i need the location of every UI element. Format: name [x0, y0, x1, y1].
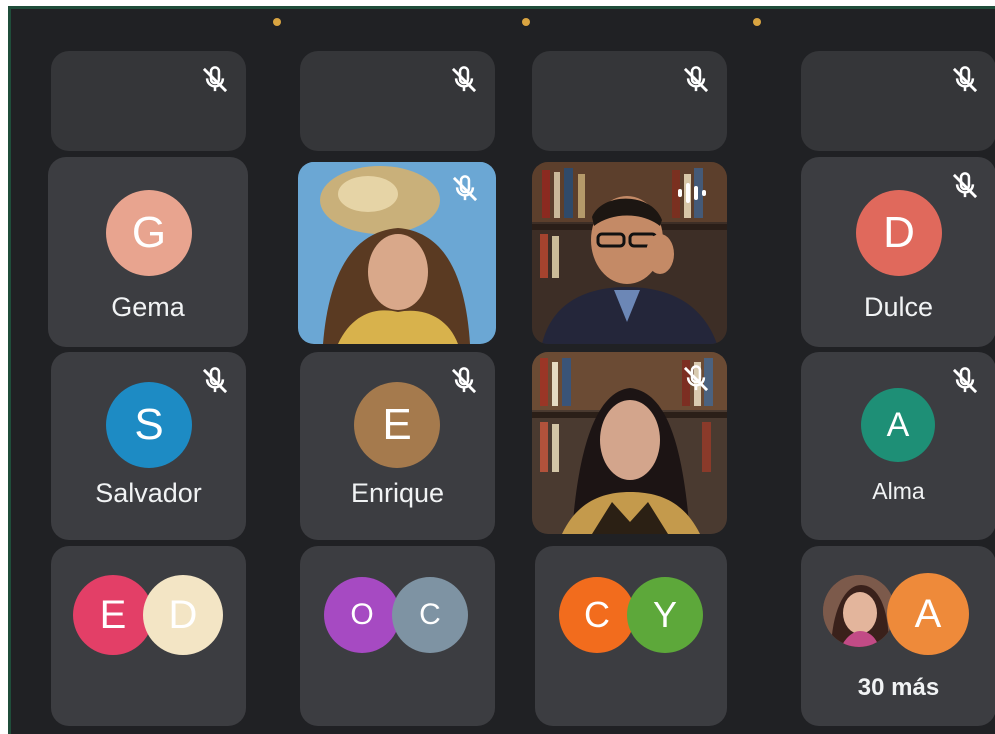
- meeting-grid: G Gema D Dulce S Salvador E Enrique A Al…: [8, 6, 995, 734]
- video-feed[interactable]: [532, 162, 727, 344]
- avatar: C: [392, 577, 468, 653]
- mic-off-icon: [196, 61, 234, 99]
- avatar: S: [106, 382, 192, 468]
- participant-tile-gema[interactable]: G Gema: [48, 157, 248, 347]
- avatar: G: [106, 190, 192, 276]
- participant-tile[interactable]: [51, 51, 246, 151]
- avatar: O: [324, 577, 400, 653]
- mic-off-icon: [946, 61, 984, 99]
- avatar: D: [143, 575, 223, 655]
- indicator-dot: [753, 18, 761, 26]
- mic-off-icon: [677, 360, 715, 398]
- grouped-participants-tile[interactable]: C Y: [535, 546, 727, 726]
- participant-tile-enrique[interactable]: E Enrique: [300, 352, 495, 540]
- avatar: E: [354, 382, 440, 468]
- participant-tile[interactable]: [532, 51, 727, 151]
- participant-tile-alma[interactable]: A Alma: [801, 352, 995, 540]
- audio-level-icon: [675, 180, 709, 206]
- mic-off-icon: [445, 362, 483, 400]
- participant-tile-salvador[interactable]: S Salvador: [51, 352, 246, 540]
- more-participants-tile[interactable]: A 30 más: [801, 546, 995, 726]
- video-feed[interactable]: [298, 162, 496, 344]
- participant-tile-dulce[interactable]: D Dulce: [801, 157, 995, 347]
- avatar: D: [856, 190, 942, 276]
- mic-off-icon: [946, 362, 984, 400]
- more-participants-label: 30 más: [857, 674, 940, 701]
- avatar: Y: [627, 577, 703, 653]
- avatar: E: [73, 575, 153, 655]
- avatar: A: [887, 573, 969, 655]
- participant-name: Dulce: [863, 292, 934, 322]
- indicator-dot: [522, 18, 530, 26]
- participant-tile[interactable]: [801, 51, 995, 151]
- mic-off-icon: [446, 170, 484, 208]
- participant-name: Alma: [872, 478, 925, 504]
- participant-tile[interactable]: [300, 51, 495, 151]
- video-feed[interactable]: [532, 352, 727, 534]
- mic-off-icon: [677, 61, 715, 99]
- mic-off-icon: [196, 362, 234, 400]
- indicator-dot: [273, 18, 281, 26]
- mic-off-icon: [445, 61, 483, 99]
- participant-name: Gema: [111, 292, 185, 322]
- mic-off-icon: [946, 167, 984, 205]
- grouped-participants-tile[interactable]: O C: [300, 546, 495, 726]
- avatar: C: [559, 577, 635, 653]
- participant-name: Salvador: [95, 478, 202, 508]
- participant-name: Enrique: [350, 478, 445, 508]
- grouped-participants-tile[interactable]: E D: [51, 546, 246, 726]
- avatar: [823, 575, 895, 647]
- avatar: A: [861, 388, 935, 462]
